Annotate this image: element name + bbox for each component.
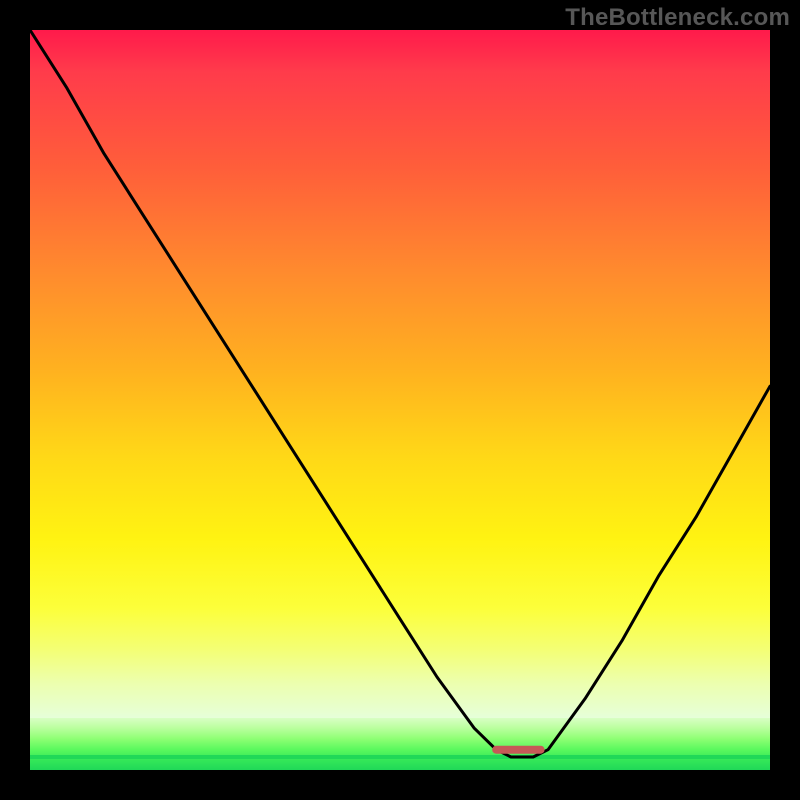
plot-area <box>30 30 770 770</box>
watermark-text: TheBottleneck.com <box>565 4 790 32</box>
bottleneck-curve <box>30 30 770 757</box>
chart-stage: TheBottleneck.com <box>0 0 800 800</box>
curve-layer <box>30 30 770 770</box>
